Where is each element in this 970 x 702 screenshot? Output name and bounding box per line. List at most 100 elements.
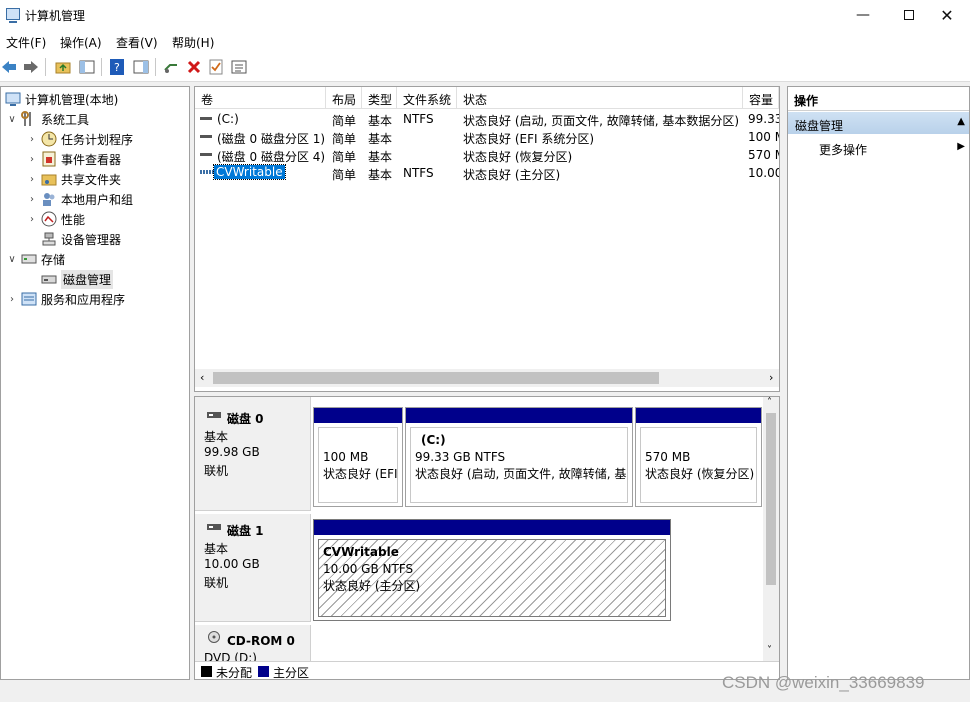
scroll-left-icon[interactable]: ‹	[200, 371, 204, 384]
disk-size: 99.98 GB	[204, 445, 260, 459]
chevron-down-icon[interactable]: ∨	[5, 254, 19, 265]
disk-kind: 基本	[204, 542, 229, 556]
menu-file[interactable]: 文件(F)	[6, 34, 46, 51]
more-actions-item[interactable]: 更多操作 ▶	[788, 137, 969, 157]
connect-button[interactable]	[162, 58, 180, 76]
tree-disk-management[interactable]: 磁盘管理	[39, 269, 114, 289]
col-type[interactable]: 类型	[362, 87, 397, 109]
chevron-down-icon[interactable]: ∨	[5, 114, 19, 125]
title-bar: 计算机管理 — ✕	[0, 0, 970, 30]
show-action-pane-button[interactable]	[132, 58, 150, 76]
minimize-button[interactable]: —	[840, 0, 886, 30]
chevron-right-icon[interactable]: ›	[25, 134, 39, 145]
primary-partition-bar	[406, 408, 632, 423]
partition-cvwritable[interactable]: CVWritable 10.00 GB NTFS 状态良好 (主分区)	[313, 519, 671, 621]
chevron-right-icon[interactable]: ›	[25, 214, 39, 225]
volume-name: (C:)	[217, 112, 239, 126]
partition-status: 状态良好 (EFI	[323, 467, 398, 481]
actions-header: 操作	[788, 87, 969, 111]
show-hide-tree-button[interactable]	[78, 58, 96, 76]
menu-view[interactable]: 查看(V)	[116, 34, 158, 51]
computer-management-icon	[5, 91, 21, 107]
close-button[interactable]: ✕	[924, 0, 970, 30]
disk-size: 10.00 GB	[204, 557, 260, 571]
menu-action[interactable]: 操作(A)	[60, 34, 102, 51]
col-volume[interactable]: 卷	[195, 87, 326, 109]
partition-recovery[interactable]: 570 MB 状态良好 (恢复分区)	[635, 407, 762, 507]
unallocated-swatch	[201, 666, 212, 677]
export-list-button[interactable]	[230, 58, 248, 76]
col-capacity[interactable]: 容量	[743, 87, 779, 109]
scroll-up-icon[interactable]: ˄	[767, 397, 772, 408]
more-actions-label: 更多操作	[819, 143, 868, 157]
tree-storage[interactable]: ∨ 存储	[5, 249, 65, 269]
device-manager-icon	[41, 231, 57, 247]
partition-c[interactable]: (C:) 99.33 GB NTFS 状态良好 (启动, 页面文件, 故障转储,…	[405, 407, 633, 507]
tree-shared-folders[interactable]: › 共享文件夹	[25, 169, 121, 189]
menu-help[interactable]: 帮助(H)	[172, 34, 214, 51]
chevron-right-icon[interactable]: ›	[25, 154, 39, 165]
vertical-scrollbar[interactable]: ˄ ˅	[763, 397, 779, 661]
scrollbar-thumb[interactable]	[213, 372, 659, 384]
col-filesystem[interactable]: 文件系统	[397, 87, 457, 109]
performance-icon	[41, 211, 57, 227]
tree-system-tools[interactable]: ∨ 系统工具	[5, 109, 89, 129]
svg-text:?: ?	[114, 61, 120, 74]
tree-services-apps-label: 服务和应用程序	[41, 292, 126, 307]
scrollbar-thumb[interactable]	[766, 413, 776, 585]
properties-button[interactable]	[207, 58, 225, 76]
disk-1-info[interactable]: 磁盘 1 基本 10.00 GB 联机	[195, 514, 311, 622]
disk-0-info[interactable]: 磁盘 0 基本 99.98 GB 联机	[195, 397, 311, 511]
col-status[interactable]: 状态	[457, 87, 743, 109]
tree-root[interactable]: 计算机管理(本地)	[3, 89, 118, 109]
partition-size: 570 MB	[645, 450, 691, 464]
help-button[interactable]: ?	[108, 58, 126, 76]
scroll-right-icon[interactable]: ›	[769, 371, 773, 384]
tree-performance[interactable]: › 性能	[25, 209, 85, 229]
tools-icon	[21, 111, 37, 127]
volume-type: 基本	[368, 150, 393, 164]
chevron-right-icon[interactable]: ›	[25, 174, 39, 185]
tree-storage-label: 存储	[41, 252, 66, 267]
cdrom-0-info[interactable]: CD-ROM 0 DVD (D:)	[195, 625, 311, 665]
volume-type: 基本	[368, 168, 393, 182]
volume-capacity: 570 M	[748, 148, 779, 162]
tree-event-viewer[interactable]: › 事件查看器	[25, 149, 121, 169]
partition-efi[interactable]: 100 MB 状态良好 (EFI	[313, 407, 403, 507]
chevron-right-icon[interactable]: ›	[25, 194, 39, 205]
volume-status: 状态良好 (启动, 页面文件, 故障转储, 基本数据分区)	[463, 114, 740, 128]
partition-size: 10.00 GB NTFS	[323, 562, 414, 576]
horizontal-scrollbar[interactable]: ‹ ›	[195, 369, 779, 387]
col-layout[interactable]: 布局	[326, 87, 362, 109]
actions-section-disk-management[interactable]: 磁盘管理 ▲	[788, 112, 969, 134]
primary-partition-bar	[314, 520, 670, 535]
partition-body-selected: CVWritable 10.00 GB NTFS 状态良好 (主分区)	[318, 539, 666, 617]
back-arrow-icon	[2, 61, 16, 73]
tree-services-apps[interactable]: › 服务和应用程序	[5, 289, 125, 309]
tree-shared-folders-label: 共享文件夹	[61, 172, 122, 187]
disk-icon	[207, 524, 221, 530]
collapse-up-icon[interactable]: ▲	[957, 116, 965, 127]
delete-button[interactable]	[185, 58, 203, 76]
volume-layout: 简单	[332, 132, 357, 146]
window-title: 计算机管理	[25, 9, 86, 23]
volume-row[interactable]: (磁盘 0 磁盘分区 1) 简单 基本 状态良好 (EFI 系统分区) 100 …	[195, 128, 779, 146]
tree-task-scheduler[interactable]: › 任务计划程序	[25, 129, 133, 149]
chevron-right-icon[interactable]: ›	[5, 294, 19, 305]
up-folder-button[interactable]	[54, 58, 72, 76]
volume-fs: NTFS	[403, 112, 434, 126]
disk-name: 磁盘 1	[227, 524, 264, 538]
volume-row[interactable]: (磁盘 0 磁盘分区 4) 简单 基本 状态良好 (恢复分区) 570 M	[195, 146, 779, 164]
tree-local-users[interactable]: › 本地用户和组	[25, 189, 133, 209]
storage-icon	[21, 251, 37, 267]
partition-title	[323, 432, 397, 449]
forward-button[interactable]	[22, 58, 40, 76]
scroll-down-icon[interactable]: ˅	[767, 645, 772, 656]
tree-device-manager[interactable]: 设备管理器	[39, 229, 121, 249]
back-button[interactable]	[0, 58, 18, 76]
volume-icon	[200, 135, 212, 138]
legend-unallocated: 未分配	[216, 666, 253, 680]
volume-row[interactable]: (C:) 简单 基本 NTFS 状态良好 (启动, 页面文件, 故障转储, 基本…	[195, 110, 779, 128]
disk-kind: 基本	[204, 430, 229, 444]
volume-row-selected[interactable]: CVWritable 简单 基本 NTFS 状态良好 (主分区) 10.00	[195, 164, 779, 182]
